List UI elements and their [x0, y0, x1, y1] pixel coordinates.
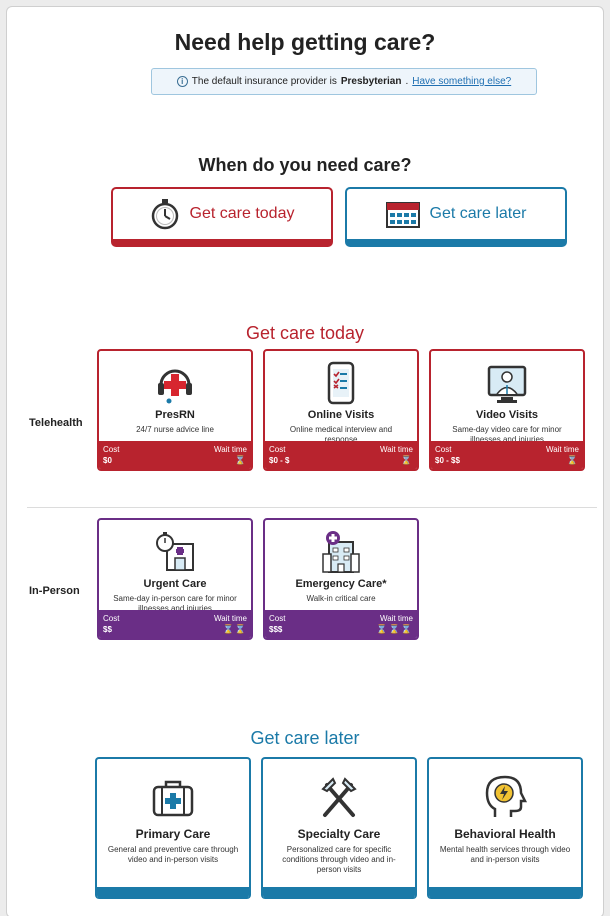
stopwatch-icon — [151, 199, 178, 230]
cost-value: $$$ — [269, 625, 283, 634]
calendar-icon — [385, 202, 420, 228]
info-text: The default insurance provider is — [191, 76, 337, 87]
video-doctor-icon — [487, 365, 527, 403]
card-specialty-care[interactable]: Specialty Care Personalized care for spe… — [261, 757, 417, 899]
clinic-stopwatch-icon — [156, 532, 194, 571]
hourglass-icon: ⌛⌛ — [222, 624, 247, 634]
wait-label: Wait time — [213, 445, 247, 454]
hourglass-icon: ⌛ — [234, 455, 247, 465]
card-footer: Cost $0 - $$ Wait time ⌛ — [431, 441, 583, 469]
cost-label: Cost — [103, 445, 120, 454]
cost-label: Cost — [269, 614, 286, 623]
row-label-telehealth: Telehealth — [29, 417, 83, 429]
card-name: Urgent Care — [143, 578, 207, 590]
card-urgent-care[interactable]: Urgent Care Same-day in-person care for … — [97, 518, 253, 640]
row-label-in-person: In-Person — [29, 585, 80, 597]
card-description: General and preventive care through vide… — [107, 845, 239, 864]
cost-value: $0 - $$ — [435, 456, 460, 465]
card-footer: Cost $$ Wait time ⌛⌛ — [99, 610, 251, 638]
card-name: Emergency Care* — [295, 578, 387, 590]
info-icon: i — [176, 76, 188, 87]
section-title-later: Get care later — [250, 728, 360, 748]
card-bottom-bar — [429, 887, 581, 899]
cost-label: Cost — [435, 445, 452, 454]
cost-value: $0 — [103, 456, 112, 465]
headset-medical-icon — [158, 369, 192, 404]
card-description: 24/7 nurse advice line — [136, 425, 214, 434]
card-footer: Cost $0 - $ Wait time ⌛ — [265, 441, 417, 469]
card-online-visits[interactable]: Online Visits Online medical interview a… — [263, 349, 419, 471]
when-heading: When do you need care? — [198, 155, 412, 175]
card-name: Behavioral Health — [454, 827, 556, 841]
hospital-icon — [322, 531, 360, 573]
hourglass-icon: ⌛⌛⌛ — [376, 624, 413, 634]
card-presrn[interactable]: PresRN 24/7 nurse advice line Cost $0 Wa… — [97, 349, 253, 471]
card-behavioral-health[interactable]: Behavioral Health Mental health services… — [427, 757, 583, 899]
wait-label: Wait time — [213, 614, 247, 623]
card-name: Video Visits — [476, 409, 538, 421]
cost-label: Cost — [103, 614, 120, 623]
page-title: Need help getting care? — [174, 29, 436, 55]
section-title-today: Get care today — [245, 323, 365, 343]
wait-label: Wait time — [379, 614, 413, 623]
care-page: Need help getting care? i The default in… — [6, 6, 604, 916]
card-description: Walk-in critical care — [306, 594, 376, 603]
wait-label: Wait time — [379, 445, 413, 454]
card-bottom-bar — [263, 887, 415, 899]
head-lightning-icon — [485, 775, 528, 817]
hourglass-icon: ⌛ — [400, 455, 413, 465]
get-care-today-button[interactable]: Get care today — [111, 187, 333, 247]
card-description: Personalized care for specific condition… — [282, 845, 396, 874]
cost-label: Cost — [269, 445, 286, 454]
change-insurance-link[interactable]: Have something else? — [412, 76, 511, 87]
cost-value: $$ — [103, 625, 112, 634]
card-footer: Cost $0 Wait time ⌛ — [99, 441, 251, 469]
card-name: PresRN — [155, 409, 195, 421]
get-care-later-label: Get care later — [429, 205, 527, 222]
card-bottom-bar — [97, 887, 249, 899]
cost-value: $0 - $ — [269, 456, 290, 465]
card-name: Online Visits — [307, 409, 375, 421]
row-divider — [27, 507, 597, 508]
get-care-today-label: Get care today — [189, 205, 295, 222]
crossed-tools-icon — [321, 777, 357, 817]
card-video-visits[interactable]: Video Visits Same-day video care for min… — [429, 349, 585, 471]
medical-bag-icon — [152, 780, 194, 817]
info-provider: Presbyterian — [340, 76, 402, 87]
phone-checklist-icon — [327, 361, 355, 405]
card-footer: Cost $$$ Wait time ⌛⌛⌛ — [265, 610, 417, 638]
info-period: . — [405, 76, 409, 87]
insurance-info-banner: i The default insurance provider is Pres… — [151, 68, 537, 95]
card-description: Mental health services through video and… — [439, 845, 571, 864]
card-emergency-care[interactable]: Emergency Care* Walk-in critical care Co… — [263, 518, 419, 640]
wait-label: Wait time — [545, 445, 579, 454]
hourglass-icon: ⌛ — [566, 455, 579, 465]
card-primary-care[interactable]: Primary Care General and preventive care… — [95, 757, 251, 899]
card-name: Specialty Care — [297, 827, 381, 841]
get-care-later-button[interactable]: Get care later — [345, 187, 567, 247]
card-name: Primary Care — [135, 827, 211, 841]
